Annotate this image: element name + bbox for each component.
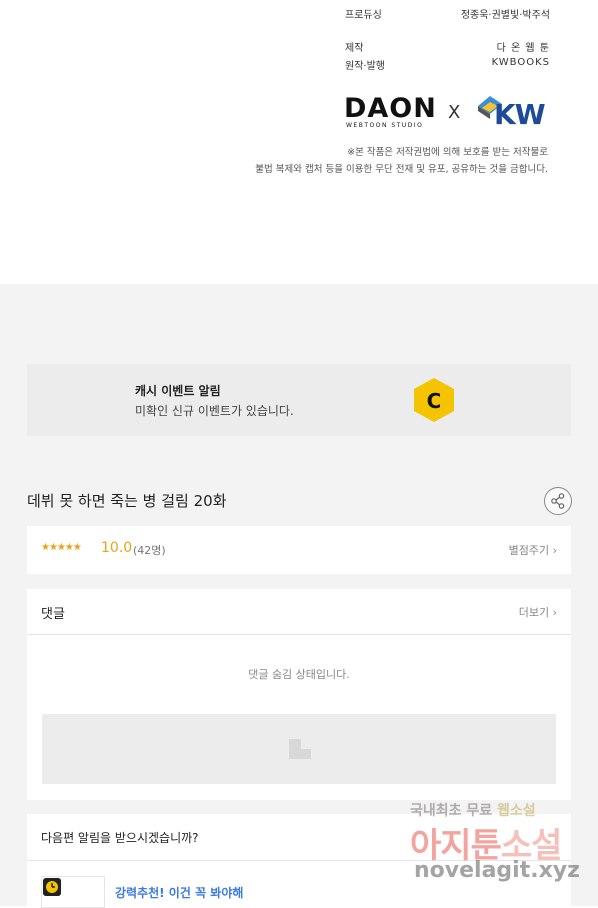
comments-hidden-message: 댓글 숨김 상태입니다. xyxy=(248,668,350,681)
chevron-right-icon: › xyxy=(552,544,557,557)
watermark-url: novelagit.xyz xyxy=(414,858,580,883)
next-episode-question: 다음편 알림을 받으시겠습니까? xyxy=(41,831,199,845)
comment-header: 댓글 더보기 › xyxy=(27,589,571,635)
comment-more-label: 더보기 xyxy=(518,606,550,619)
credit-label-production: 제작 xyxy=(345,43,364,54)
copyright-notice-line-1: ※본 작품은 저작권법에 의해 보호를 받는 저작물로 xyxy=(347,147,548,158)
credit-value-producing: 정종욱·권별빛·박주석 xyxy=(460,10,550,21)
copyright-notice-line-2: 불법 복제와 캡처 등을 이용한 무단 전재 및 유포, 공유하는 것을 금합니… xyxy=(255,164,548,175)
comment-card: 댓글 더보기 › 댓글 숨김 상태입니다. xyxy=(27,589,571,800)
cash-coin-icon: C xyxy=(414,378,454,422)
rating-card: ★★★★★ 10.0 (42명) 별점주기 › xyxy=(27,526,571,574)
comment-more-button[interactable]: 더보기 › xyxy=(519,604,557,620)
recommend-thumbnail[interactable] xyxy=(41,876,105,908)
watermark-line-1-a: 국내최초 무료 xyxy=(410,803,493,819)
watermark-line-1: 국내최초 무료 웹소설 xyxy=(410,800,536,820)
rate-button[interactable]: 별점주기 › xyxy=(509,542,557,558)
credit-value-publisher: KWBOOKS xyxy=(491,57,550,68)
rating-score: 10.0 xyxy=(101,540,133,556)
kw-logo: KW xyxy=(476,92,552,131)
credits-section: 프로듀싱 정종욱·권별빛·박주석 제작 다 온 웹 툰 원작·발행 KWBOOK… xyxy=(0,0,598,284)
daon-logo-subtitle: WEBTOON STUDIO xyxy=(346,122,424,129)
share-icon xyxy=(551,493,565,509)
chevron-right-icon: › xyxy=(552,606,557,619)
banner-subtitle: 미확인 신규 이벤트가 있습니다. xyxy=(135,404,294,418)
image-placeholder-icon xyxy=(289,739,311,759)
episode-title: 데뷔 못 하면 죽는 병 걸림 20화 xyxy=(27,492,227,510)
cash-event-banner[interactable]: 캐시 이벤트 알림 미확인 신규 이벤트가 있습니다. C xyxy=(27,364,571,436)
daon-logo: DAON xyxy=(344,93,437,124)
cash-coin-letter: C xyxy=(427,389,442,413)
publisher-logos: DAON WEBTOON STUDIO X KW xyxy=(344,92,554,132)
watermark-line-1-b: 웹소설 xyxy=(497,803,536,819)
rate-button-label: 별점주기 xyxy=(508,544,550,557)
kw-logo-text: KW xyxy=(494,98,546,131)
share-button[interactable] xyxy=(544,487,572,515)
rating-count: (42명) xyxy=(133,544,166,557)
clock-icon xyxy=(43,878,61,896)
logo-separator: X xyxy=(448,102,461,123)
banner-title: 캐시 이벤트 알림 xyxy=(135,384,221,398)
site-watermark: 국내최초 무료 웹소설 아지툰소설 novelagit.xyz xyxy=(410,800,590,890)
credit-label-producing: 프로듀싱 xyxy=(345,10,382,21)
rating-stars-icon: ★★★★★ xyxy=(41,542,82,553)
ad-placeholder xyxy=(42,714,556,784)
credit-label-publisher: 원작·발행 xyxy=(345,61,385,72)
recommend-link[interactable]: 강력추천! 이건 꼭 봐야해 xyxy=(115,884,243,901)
credit-value-production: 다 온 웹 툰 xyxy=(496,43,550,54)
comment-title: 댓글 xyxy=(41,607,65,622)
